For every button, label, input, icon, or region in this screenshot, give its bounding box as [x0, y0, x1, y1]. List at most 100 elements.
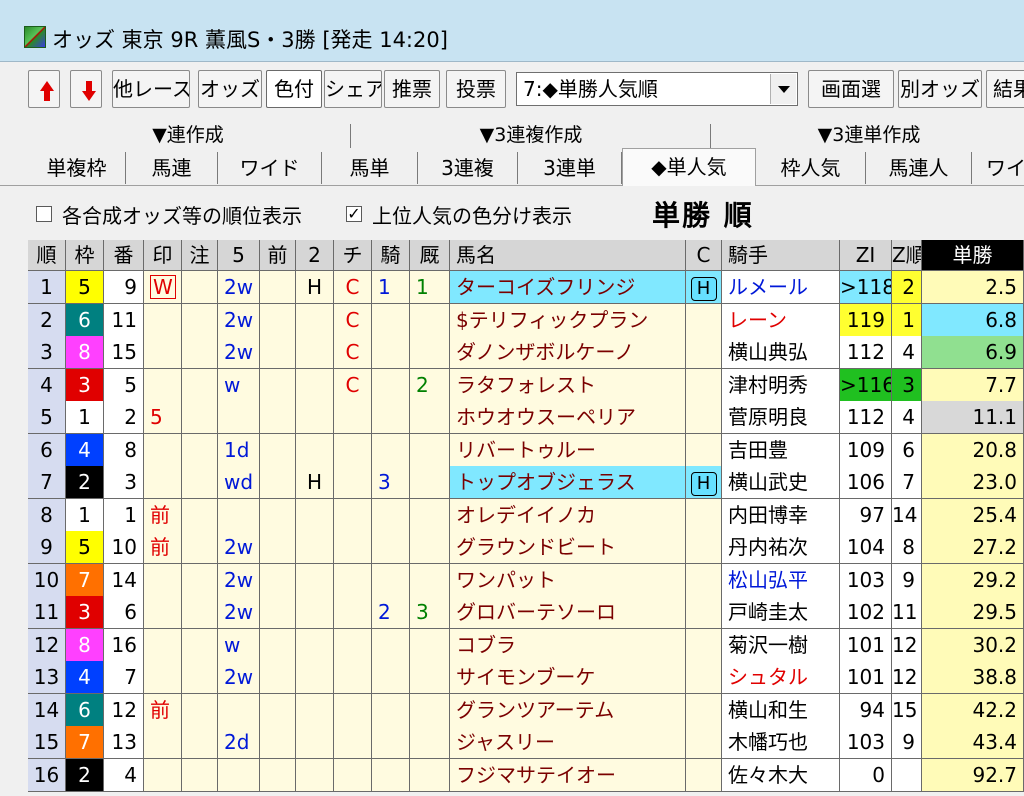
col-note — [182, 596, 218, 629]
header-kyu[interactable]: 厩 — [410, 240, 450, 271]
header-mark[interactable]: 印 — [144, 240, 182, 271]
header-five[interactable]: 5 — [218, 240, 260, 271]
table-row[interactable]: 16 2 4 フジマサテイオー 佐々木大 0 92.7 — [28, 758, 1024, 792]
col-horse-name[interactable]: グランツアーテム — [450, 693, 686, 727]
tab-umatan[interactable]: 馬単 — [322, 152, 418, 184]
col-mae — [260, 368, 296, 402]
col-horse-name[interactable]: コブラ — [450, 628, 686, 662]
table-row[interactable]: 11 3 6 2w 2 3 グロバーテソーロ 戸崎圭太 102 11 29.5 — [28, 596, 1024, 629]
col-note — [182, 433, 218, 467]
share-button[interactable]: シェア — [324, 70, 382, 108]
header-zi[interactable]: ZI — [840, 240, 892, 271]
tab-group-ren[interactable]: ▼連作成 — [28, 120, 348, 150]
col-horse-name[interactable]: $テリフィックプラン — [450, 303, 686, 337]
tab-row: 単複枠 馬連 ワイド 馬単 3連複 3連単 ◆単人気 枠人気 馬連人 ワイ — [0, 148, 1024, 186]
color-button[interactable]: 色付 — [266, 70, 322, 108]
table-row[interactable]: 9 5 10 前 2w グラウンドビート 丹内祐次 104 8 27.2 — [28, 531, 1024, 564]
col-horse-name[interactable]: グロバーテソーロ — [450, 596, 686, 629]
other-odds-button[interactable]: 別オッズ — [898, 70, 982, 108]
chevron-down-icon[interactable] — [770, 74, 796, 104]
tab-tan-ninki[interactable]: ◆単人気 — [622, 148, 756, 186]
tab-waku-ninki[interactable]: 枠人気 — [756, 152, 866, 184]
color-split-checkbox[interactable]: ✓ — [346, 206, 362, 222]
tab-3renpuku[interactable]: 3連複 — [418, 152, 518, 184]
table-row[interactable]: 4 3 5 w C 2 ラタフォレスト 津村明秀 >116 3 7.7 — [28, 368, 1024, 402]
odds-button[interactable]: オッズ — [198, 70, 262, 108]
arrow-up-icon — [40, 81, 54, 101]
tab-group-3rentan[interactable]: ▼3連単作成 — [714, 120, 1024, 150]
col-kyu — [410, 498, 450, 532]
header-odds[interactable]: 単勝 — [922, 240, 1024, 271]
tab-3rentan[interactable]: 3連単 — [518, 152, 622, 184]
screen-select-button[interactable]: 画面選 — [808, 70, 894, 108]
col-five: w — [218, 368, 260, 402]
header-number[interactable]: 番 — [104, 240, 144, 271]
col-two — [296, 336, 334, 369]
view-select[interactable]: 7:◆単勝人気順 — [516, 72, 798, 106]
header-note[interactable]: 注 — [182, 240, 218, 271]
col-frame: 2 — [66, 466, 104, 499]
header-rank[interactable]: 順 — [28, 240, 66, 271]
header-jockey[interactable]: 騎手 — [722, 240, 840, 271]
header-mae[interactable]: 前 — [260, 240, 296, 271]
col-mark — [144, 336, 182, 369]
table-row[interactable]: 5 1 2 5 ホウオウスーペリア 菅原明良 112 4 11.1 — [28, 401, 1024, 434]
col-horse-name[interactable]: ダノンザボルケーノ — [450, 336, 686, 369]
col-horse-name[interactable]: グラウンドビート — [450, 531, 686, 564]
tab-umaren-ninki[interactable]: 馬連人 — [866, 152, 972, 184]
col-horse-name[interactable]: ワンパット — [450, 563, 686, 597]
col-horse-name[interactable]: ラタフォレスト — [450, 368, 686, 402]
tab-group-3renpuku[interactable]: ▼3連複作成 — [354, 120, 708, 150]
col-note — [182, 368, 218, 402]
table-row[interactable]: 6 4 8 1d リバートゥルー 吉田豊 109 6 20.8 — [28, 433, 1024, 467]
result-button[interactable]: 結果 — [986, 70, 1024, 108]
col-horse-name[interactable]: ターコイズフリンジ — [450, 271, 686, 304]
other-race-button[interactable]: 他レース — [112, 70, 190, 108]
tab-tanpuku-waku[interactable]: 単複枠 — [28, 152, 126, 184]
table-row[interactable]: 8 1 1 前オレデイイノカ 内田博幸 97 14 25.4 — [28, 498, 1024, 532]
col-mark: 前 — [144, 498, 182, 532]
prev-race-button[interactable] — [28, 70, 60, 108]
table-row[interactable]: 2 6 11 2w C $テリフィックプラン レーン 119 1 6.8 — [28, 303, 1024, 337]
header-c[interactable]: C — [686, 240, 722, 271]
col-horse-name[interactable]: トップオブジェラス — [450, 466, 686, 499]
rank-display-checkbox[interactable] — [36, 206, 52, 222]
table-row[interactable]: 1 5 9 W 2w H C 1 1 ターコイズフリンジ H ルメール >118 2 2.5 — [28, 271, 1024, 304]
col-zi: 103 — [840, 563, 892, 597]
next-race-button[interactable] — [70, 70, 102, 108]
table-row[interactable]: 3 8 15 2w C ダノンザボルケーノ 横山典弘 112 4 6.9 — [28, 336, 1024, 369]
col-c — [686, 433, 722, 467]
vote-button[interactable]: 投票 — [446, 70, 506, 108]
table-row[interactable]: 15 7 13 2d ジャスリー 木幡巧也 103 9 43.4 — [28, 726, 1024, 759]
col-horse-name[interactable]: リバートゥルー — [450, 433, 686, 467]
col-horse-name[interactable]: フジマサテイオー — [450, 758, 686, 792]
table-row[interactable]: 12 8 16 w コブラ 菊沢一樹 101 12 30.2 — [28, 628, 1024, 662]
col-rank: 13 — [28, 661, 66, 694]
tab-umaren[interactable]: 馬連 — [126, 152, 218, 184]
tab-wide-ninki[interactable]: ワイ — [972, 152, 1024, 184]
col-mae — [260, 726, 296, 759]
col-horse-name[interactable]: オレデイイノカ — [450, 498, 686, 532]
header-zrank[interactable]: Z順 — [892, 240, 922, 271]
col-horse-name[interactable]: ホウオウスーペリア — [450, 401, 686, 434]
col-kyu — [410, 758, 450, 792]
header-chi[interactable]: チ — [334, 240, 372, 271]
header-ki[interactable]: 騎 — [372, 240, 410, 271]
col-zi: 112 — [840, 336, 892, 369]
recommend-button[interactable]: 推票 — [384, 70, 440, 108]
col-number: 8 — [104, 433, 144, 467]
header-two[interactable]: 2 — [296, 240, 334, 271]
header-frame[interactable]: 枠 — [66, 240, 104, 271]
header-horse-name[interactable]: 馬名 — [450, 240, 686, 271]
col-horse-name[interactable]: サイモンブーケ — [450, 661, 686, 694]
tab-wide[interactable]: ワイド — [218, 152, 322, 184]
table-row[interactable]: 7 2 3 wd H 3 トップオブジェラス H 横山武史 106 7 23.0 — [28, 466, 1024, 499]
col-number: 4 — [104, 758, 144, 792]
col-jockey: 松山弘平 — [722, 563, 840, 597]
col-number: 7 — [104, 661, 144, 694]
table-row[interactable]: 10 7 14 2w ワンパット 松山弘平 103 9 29.2 — [28, 563, 1024, 597]
col-horse-name[interactable]: ジャスリー — [450, 726, 686, 759]
table-row[interactable]: 14 6 12 前 グランツアーテム 横山和生 94 15 42.2 — [28, 693, 1024, 727]
table-row[interactable]: 13 4 7 2w サイモンブーケ シュタル 101 12 38.8 — [28, 661, 1024, 694]
col-rank: 16 — [28, 758, 66, 792]
